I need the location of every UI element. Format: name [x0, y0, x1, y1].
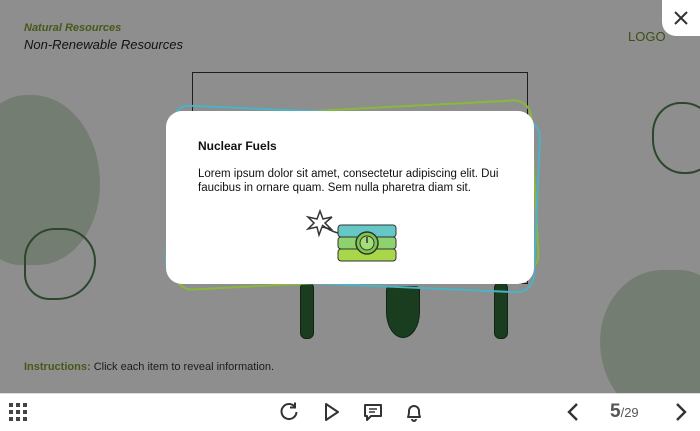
play-icon [325, 403, 339, 421]
prev-arrow-icon [567, 403, 578, 421]
menu-grid-icon [9, 403, 27, 421]
slide-canvas: Natural Resources Non-Renewable Resource… [0, 0, 700, 393]
info-popup: Nuclear Fuels Lorem ipsum dolor sit amet… [166, 111, 534, 284]
comment-button[interactable] [362, 400, 384, 424]
dynamite-icon [305, 208, 397, 262]
close-icon [674, 11, 688, 25]
replay-icon [280, 402, 298, 421]
popup-body: Lorem ipsum dolor sit amet, consectetur … [198, 168, 499, 194]
comment-icon [364, 404, 382, 421]
prev-button[interactable] [562, 400, 584, 424]
close-button[interactable] [662, 0, 700, 36]
page-counter: 5/29 [610, 401, 639, 423]
popup-title: Nuclear Fuels [198, 139, 277, 153]
notification-button[interactable] [403, 400, 425, 424]
next-button[interactable] [670, 400, 692, 424]
menu-button[interactable] [8, 400, 28, 424]
replay-button[interactable] [278, 400, 300, 424]
bell-icon [407, 405, 421, 422]
page-total: /29 [620, 405, 639, 420]
play-button[interactable] [320, 400, 342, 424]
bottom-toolbar [0, 393, 700, 431]
page-current: 5 [610, 401, 621, 422]
next-arrow-icon [676, 403, 687, 421]
